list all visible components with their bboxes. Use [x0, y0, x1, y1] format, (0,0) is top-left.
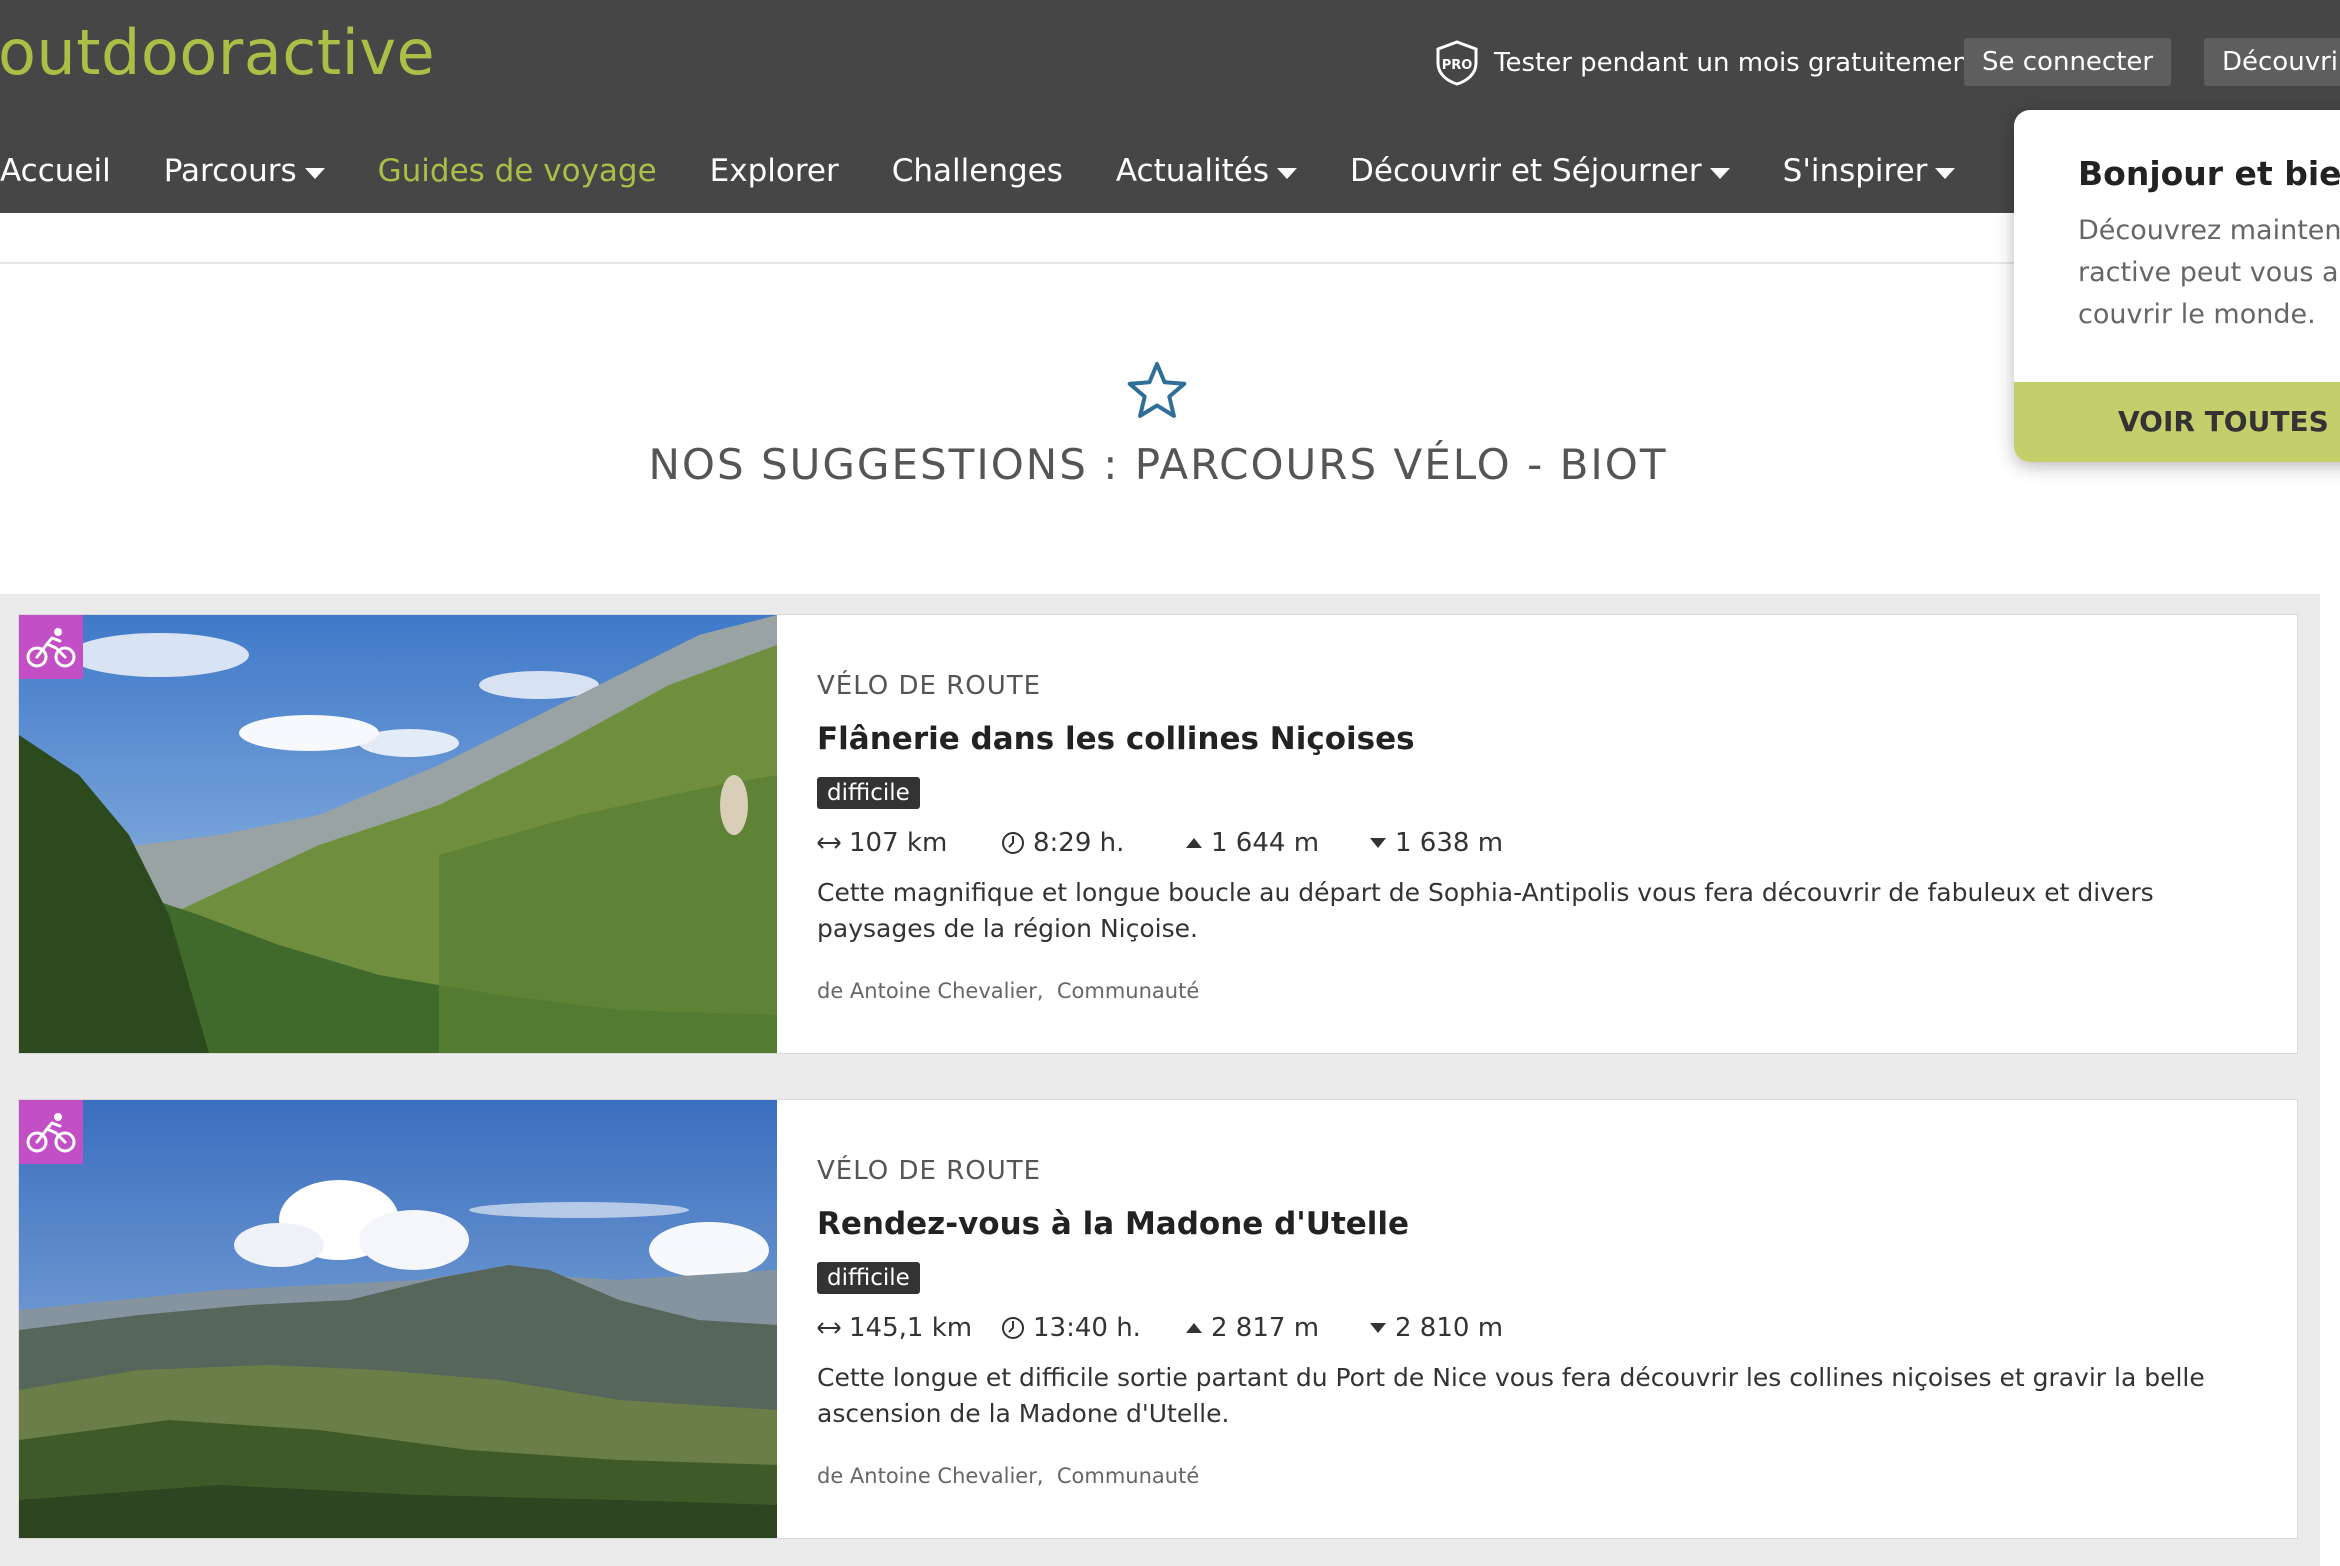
pro-promo-text: Tester pendant un mois gratuitement: [1494, 48, 1980, 78]
author-source[interactable]: Communauté: [1057, 1464, 1199, 1488]
chevron-down-icon: [1277, 167, 1297, 179]
road-bike-icon: [19, 615, 83, 679]
chevron-down-icon: [304, 167, 325, 179]
tour-author: de Antoine Chevalier, Communauté: [817, 1464, 1199, 1488]
descent-value: 1 638 m: [1395, 828, 1504, 858]
tour-title[interactable]: Rendez-vous à la Madone d'Utelle: [817, 1206, 1409, 1242]
login-button[interactable]: Se connecter: [1964, 38, 2172, 86]
pro-shield-icon: PRO: [1434, 39, 1480, 87]
descent-value: 2 810 m: [1395, 1313, 1504, 1343]
popup-line: Découvrez mainten: [2078, 215, 2340, 246]
tour-category: VÉLO DE ROUTE: [817, 671, 1042, 701]
nav-item-accueil[interactable]: Accueil: [0, 153, 111, 189]
tour-image[interactable]: [19, 1100, 777, 1538]
tour-card[interactable]: VÉLO DE ROUTE Flânerie dans les collines…: [18, 614, 2298, 1054]
nav-item-actualites[interactable]: Actualités: [1116, 153, 1297, 189]
nav-item-parcours[interactable]: Parcours: [164, 153, 325, 189]
popup-line: couvrir le monde.: [2078, 299, 2316, 330]
distance-value: 107 km: [849, 828, 948, 858]
tour-description: Cette magnifique et longue boucle au dép…: [817, 878, 2154, 943]
distance-arrows-icon: [817, 836, 841, 850]
tour-image[interactable]: [19, 615, 777, 1053]
nav-item-challenges[interactable]: Challenges: [892, 153, 1063, 189]
stat-distance: 145,1 km: [817, 1313, 1001, 1343]
distance-arrows-icon: [817, 1321, 841, 1335]
tour-title[interactable]: Flânerie dans les collines Niçoises: [817, 721, 1415, 757]
pro-promo[interactable]: PRO Tester pendant un mois gratuitement: [1434, 38, 1979, 88]
chevron-down-icon: [1935, 167, 1956, 179]
stat-duration: 8:29 h.: [1001, 828, 1185, 858]
clock-icon: [1001, 831, 1025, 855]
nav-item-label: Découvrir et Séjourner: [1350, 153, 1702, 189]
popup-see-all-button[interactable]: VOIR TOUTES LE: [2014, 382, 2340, 462]
difficulty-badge: difficile: [817, 777, 920, 809]
nav-item-decouvrir-et-sejourner[interactable]: Découvrir et Séjourner: [1350, 153, 1730, 189]
tour-stats: 145,1 km 13:40 h. 2 817 m 2 810 m: [817, 1310, 1503, 1346]
site-header: outdooractive PRO Tester pendant un mois…: [0, 0, 2340, 213]
duration-value: 8:29 h.: [1033, 828, 1125, 858]
author-name[interactable]: de Antoine Chevalier,: [817, 1464, 1044, 1488]
clock-icon: [1001, 1316, 1025, 1340]
tour-description: Cette longue et difficile sortie partant…: [817, 1363, 2205, 1428]
popup-line: ractive peut vous ac: [2078, 257, 2340, 288]
author-source[interactable]: Communauté: [1057, 979, 1199, 1003]
main-nav: Accueil Parcours Guides de voyage Explor…: [0, 146, 2008, 196]
star-outline-icon: [1126, 360, 1188, 424]
stat-descent: 2 810 m: [1369, 1313, 1503, 1343]
stat-ascent: 2 817 m: [1185, 1313, 1369, 1343]
section-title: NOS SUGGESTIONS : PARCOURS VÉLO - BIOT: [648, 440, 1668, 489]
tour-category: VÉLO DE ROUTE: [817, 1156, 1042, 1186]
discover-button[interactable]: Découvrir: [2204, 38, 2340, 86]
site-logo[interactable]: outdooractive: [0, 16, 435, 89]
stat-distance: 107 km: [817, 828, 1001, 858]
tour-author: de Antoine Chevalier, Communauté: [817, 979, 1199, 1003]
nav-item-label: Parcours: [163, 153, 297, 189]
stat-descent: 1 638 m: [1369, 828, 1503, 858]
pro-icon-label: PRO: [1442, 58, 1473, 73]
chevron-down-icon: [1709, 167, 1730, 179]
descent-icon: [1369, 837, 1387, 849]
popup-body: Découvrez mainten ractive peut vous ac c…: [2078, 210, 2340, 336]
duration-value: 13:40 h.: [1033, 1313, 1141, 1343]
nav-item-label: Guides de voyage: [377, 153, 657, 189]
road-bike-icon: [19, 1100, 83, 1164]
nav-item-label: Explorer: [709, 153, 839, 189]
distance-value: 145,1 km: [849, 1313, 973, 1343]
nav-item-label: Challenges: [891, 153, 1063, 189]
ascent-icon: [1185, 1322, 1203, 1334]
author-name[interactable]: de Antoine Chevalier,: [817, 979, 1044, 1003]
tour-card[interactable]: VÉLO DE ROUTE Rendez-vous à la Madone d'…: [18, 1099, 2298, 1539]
stat-ascent: 1 644 m: [1185, 828, 1369, 858]
nav-item-label: S'inspirer: [1782, 153, 1928, 189]
ascent-icon: [1185, 837, 1203, 849]
stat-duration: 13:40 h.: [1001, 1313, 1185, 1343]
popup-title: Bonjour et bienv: [2078, 154, 2340, 193]
header-divider: [0, 262, 2340, 264]
ascent-value: 1 644 m: [1211, 828, 1320, 858]
descent-icon: [1369, 1322, 1387, 1334]
nav-item-label: Accueil: [0, 153, 111, 189]
nav-item-explorer[interactable]: Explorer: [710, 153, 839, 189]
nav-item-label: Actualités: [1115, 153, 1269, 189]
ascent-value: 2 817 m: [1211, 1313, 1320, 1343]
nav-item-guides-de-voyage[interactable]: Guides de voyage: [378, 153, 657, 189]
nav-item-sinspirer[interactable]: S'inspirer: [1783, 153, 1956, 189]
tour-stats: 107 km 8:29 h. 1 644 m 1 638 m: [817, 825, 1503, 861]
difficulty-badge: difficile: [817, 1262, 920, 1294]
welcome-popup: Bonjour et bienv Découvrez mainten racti…: [2014, 110, 2340, 462]
